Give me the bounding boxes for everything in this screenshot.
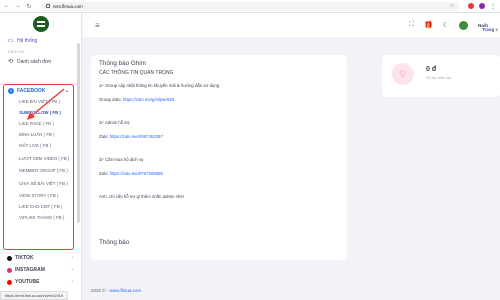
- balance-label: Số dư hiện tại: [426, 75, 451, 80]
- admin-zalo-link[interactable]: https://zalo.me/0367453397: [110, 134, 163, 139]
- balance-card: ♡ 0 đ Số dư hiện tại: [382, 55, 500, 97]
- service-zalo-label: Zalo:: [99, 171, 110, 176]
- monitor-icon: ▭: [7, 38, 14, 44]
- sidebar: ▭ Hệ thống Dịch vụ ⟲ Danh sách đơn f FAC…: [0, 13, 82, 300]
- reload-icon[interactable]: ↻: [26, 3, 32, 10]
- facebook-menu-group: f FACEBOOK ⌄ LIKE BÀI VIẾT ( FB ) SUB/FO…: [3, 84, 74, 250]
- heart-icon: ♡: [392, 63, 414, 85]
- sidebar-subitem-viplike-month[interactable]: VIPLIKE THÁNG ( FB ): [4, 212, 73, 223]
- youtube-icon: [7, 279, 12, 285]
- admin-zalo-label: Zalo:: [99, 134, 110, 139]
- sidebar-item-tiktok[interactable]: TIKTOK ›: [0, 252, 80, 264]
- chevron-right-icon: ›: [71, 267, 73, 273]
- footer-link[interactable]: www.flmua.com: [110, 288, 142, 293]
- sidebar-subitem-comment[interactable]: BÌNH LUẬN ( FB ): [4, 129, 73, 140]
- sidebar-groups: TIKTOK › INSTAGRAM › YOUTUBE ›: [0, 252, 80, 288]
- sidebar-subitem-like-comment[interactable]: LIKE CHO CMT ( FB ): [4, 201, 73, 212]
- sidebar-item-system[interactable]: ▭ Hệ thống: [0, 35, 81, 46]
- sidebar-subitem-like-page[interactable]: LIKE PAGE ( FB ): [4, 118, 73, 129]
- footer-prefix: 2026 © -: [91, 288, 110, 293]
- profile-icon[interactable]: [479, 3, 485, 9]
- breadcrumb[interactable]: Trang c: [482, 27, 498, 32]
- sidebar-subitem-view-story[interactable]: VIEW STORY ( FB ): [4, 190, 73, 201]
- logo[interactable]: [0, 13, 81, 35]
- sidebar-subitem-member-group[interactable]: MEMBER GROUP ( FB ): [4, 165, 73, 176]
- notification-card: Thông báo: [91, 233, 347, 260]
- forward-icon[interactable]: →: [15, 3, 21, 9]
- url-text[interactable]: rent.flmua.com: [53, 4, 447, 9]
- chevron-down-icon: ⌄: [64, 87, 69, 94]
- lock-icon: [46, 4, 50, 8]
- chevron-right-icon: ›: [71, 255, 73, 261]
- facebook-icon: f: [8, 87, 14, 94]
- dark-mode-icon[interactable]: ☾: [443, 21, 449, 29]
- sidebar-scrollbar[interactable]: [77, 43, 80, 223]
- closing-line: Anh, chị cần hỗ trợ gì thêm nhắn admin n…: [99, 194, 184, 199]
- tiktok-icon: [7, 255, 12, 261]
- back-icon[interactable]: ←: [4, 3, 10, 9]
- hamburger-menu-icon[interactable]: ≡: [95, 21, 100, 30]
- group-label: TIKTOK: [15, 255, 34, 261]
- history-icon: ⟲: [7, 59, 14, 65]
- pinned-notice-card: Thông báo Ghim CÁC THÔNG TIN QUAN TRỌNG …: [91, 55, 347, 258]
- pinned-subtitle: CÁC THÔNG TIN QUAN TRỌNG: [99, 70, 174, 76]
- sidebar-item-label: Danh sách đơn: [17, 58, 52, 65]
- sidebar-item-facebook[interactable]: f FACEBOOK ⌄: [4, 85, 73, 96]
- sidebar-subitem-video-views[interactable]: LƯỢT XEM VIDEO ( FB ): [4, 151, 73, 165]
- browser-menu-icon[interactable]: ⋮: [490, 3, 496, 10]
- sidebar-item-orders[interactable]: ⟲ Danh sách đơn: [0, 56, 81, 67]
- address-bar[interactable]: rent.flmua.com ☆: [41, 1, 459, 11]
- sidebar-section-services: Dịch vụ: [8, 49, 25, 54]
- sidebar-subitem-share-post[interactable]: CHIA SẺ BÀI VIẾT ( FB ): [4, 176, 73, 190]
- chevron-right-icon: ›: [71, 279, 73, 285]
- sidebar-subitem-live-eyes[interactable]: MẮT LIVE ( FB ): [4, 140, 73, 151]
- group-label: YOUTUBE: [15, 279, 40, 285]
- logo-mark: [32, 16, 49, 32]
- sidebar-item-label: Hệ thống: [17, 37, 38, 44]
- facebook-label: FACEBOOK: [17, 87, 46, 94]
- gift-icon[interactable]: 🎁: [424, 21, 433, 29]
- sidebar-subitem-like-post[interactable]: LIKE BÀI VIẾT ( FB ): [4, 96, 73, 107]
- avatar[interactable]: [459, 20, 468, 30]
- group-zalo-link[interactable]: https://zalo.me/g/mlpwr826: [123, 97, 174, 102]
- sidebar-item-youtube[interactable]: YOUTUBE ›: [0, 276, 80, 288]
- pinned-title: Thông báo Ghim: [99, 60, 146, 67]
- instagram-icon: [7, 267, 12, 273]
- footer: 2026 © - www.flmua.com: [91, 288, 141, 293]
- balance-amount: 0 đ: [426, 66, 437, 73]
- group-zalo-label: Group Zalo:: [99, 97, 123, 102]
- service-zalo-link[interactable]: https://zalo.me/0767505858: [110, 171, 163, 176]
- top-bar: ≡ ⛶ 🎁 ☾ Noih: [83, 13, 500, 37]
- browser-toolbar: ← → ↻ rent.flmua.com ☆ ⋮: [0, 0, 500, 13]
- bookmark-star-icon[interactable]: ☆: [450, 3, 454, 9]
- sidebar-item-instagram[interactable]: INSTAGRAM ›: [0, 264, 80, 276]
- notification-title: Thông báo: [99, 239, 130, 246]
- status-bar-url: https://rent.flmua.com/vi/en/1919: [0, 291, 69, 300]
- group-label: INSTAGRAM: [15, 267, 45, 273]
- sidebar-subitem-sub-follow[interactable]: SUB/FOLLOW ( FB ): [4, 107, 73, 118]
- extension-icon[interactable]: [468, 3, 474, 9]
- fullscreen-icon[interactable]: ⛶: [409, 21, 414, 29]
